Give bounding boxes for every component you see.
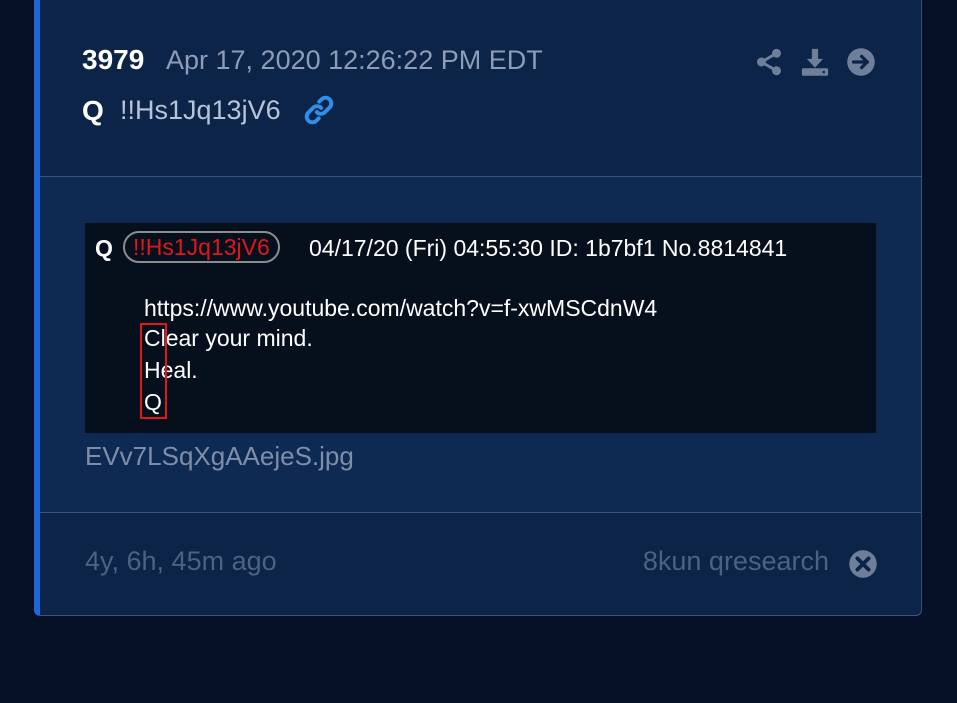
image-filename[interactable]: EVv7LSqXgAAejeS.jpg [85, 441, 354, 472]
post-body: Q !!Hs1Jq13jV6 04/17/20 (Fri) 04:55:30 I… [40, 177, 921, 513]
image-url: https://www.youtube.com/watch?v=f-xwMSCd… [144, 295, 658, 321]
post-date: Apr 17, 2020 12:26:22 PM EDT [166, 45, 543, 75]
image-author: Q [95, 235, 113, 261]
post-source[interactable]: 8kun qresearch [643, 546, 829, 577]
image-line: Clear your mind. [144, 325, 313, 351]
post-card: 3979 Apr 17, 2020 12:26:22 PM EDT Q !!Hs… [34, 0, 922, 616]
post-image[interactable]: Q !!Hs1Jq13jV6 04/17/20 (Fri) 04:55:30 I… [85, 223, 876, 433]
highlight-box [140, 323, 167, 419]
download-icon[interactable] [800, 47, 830, 77]
image-tripcode: !!Hs1Jq13jV6 [123, 231, 280, 263]
image-meta: 04/17/20 (Fri) 04:55:30 ID: 1b7bf1 No.88… [309, 235, 788, 261]
close-circle-icon[interactable] [848, 549, 878, 579]
arrow-circle-right-icon[interactable] [846, 47, 876, 77]
post-number[interactable]: 3979 [82, 44, 144, 76]
post-tripcode: !!Hs1Jq13jV6 [120, 95, 281, 125]
share-icon[interactable] [754, 47, 784, 77]
link-icon[interactable] [302, 93, 336, 127]
post-footer: 4y, 6h, 45m ago 8kun qresearch [40, 513, 921, 615]
post-author: Q [82, 95, 104, 126]
post-age: 4y, 6h, 45m ago [85, 546, 277, 576]
page: 3979 Apr 17, 2020 12:26:22 PM EDT Q !!Hs… [0, 0, 957, 703]
post-header: 3979 Apr 17, 2020 12:26:22 PM EDT Q !!Hs… [40, 0, 921, 177]
